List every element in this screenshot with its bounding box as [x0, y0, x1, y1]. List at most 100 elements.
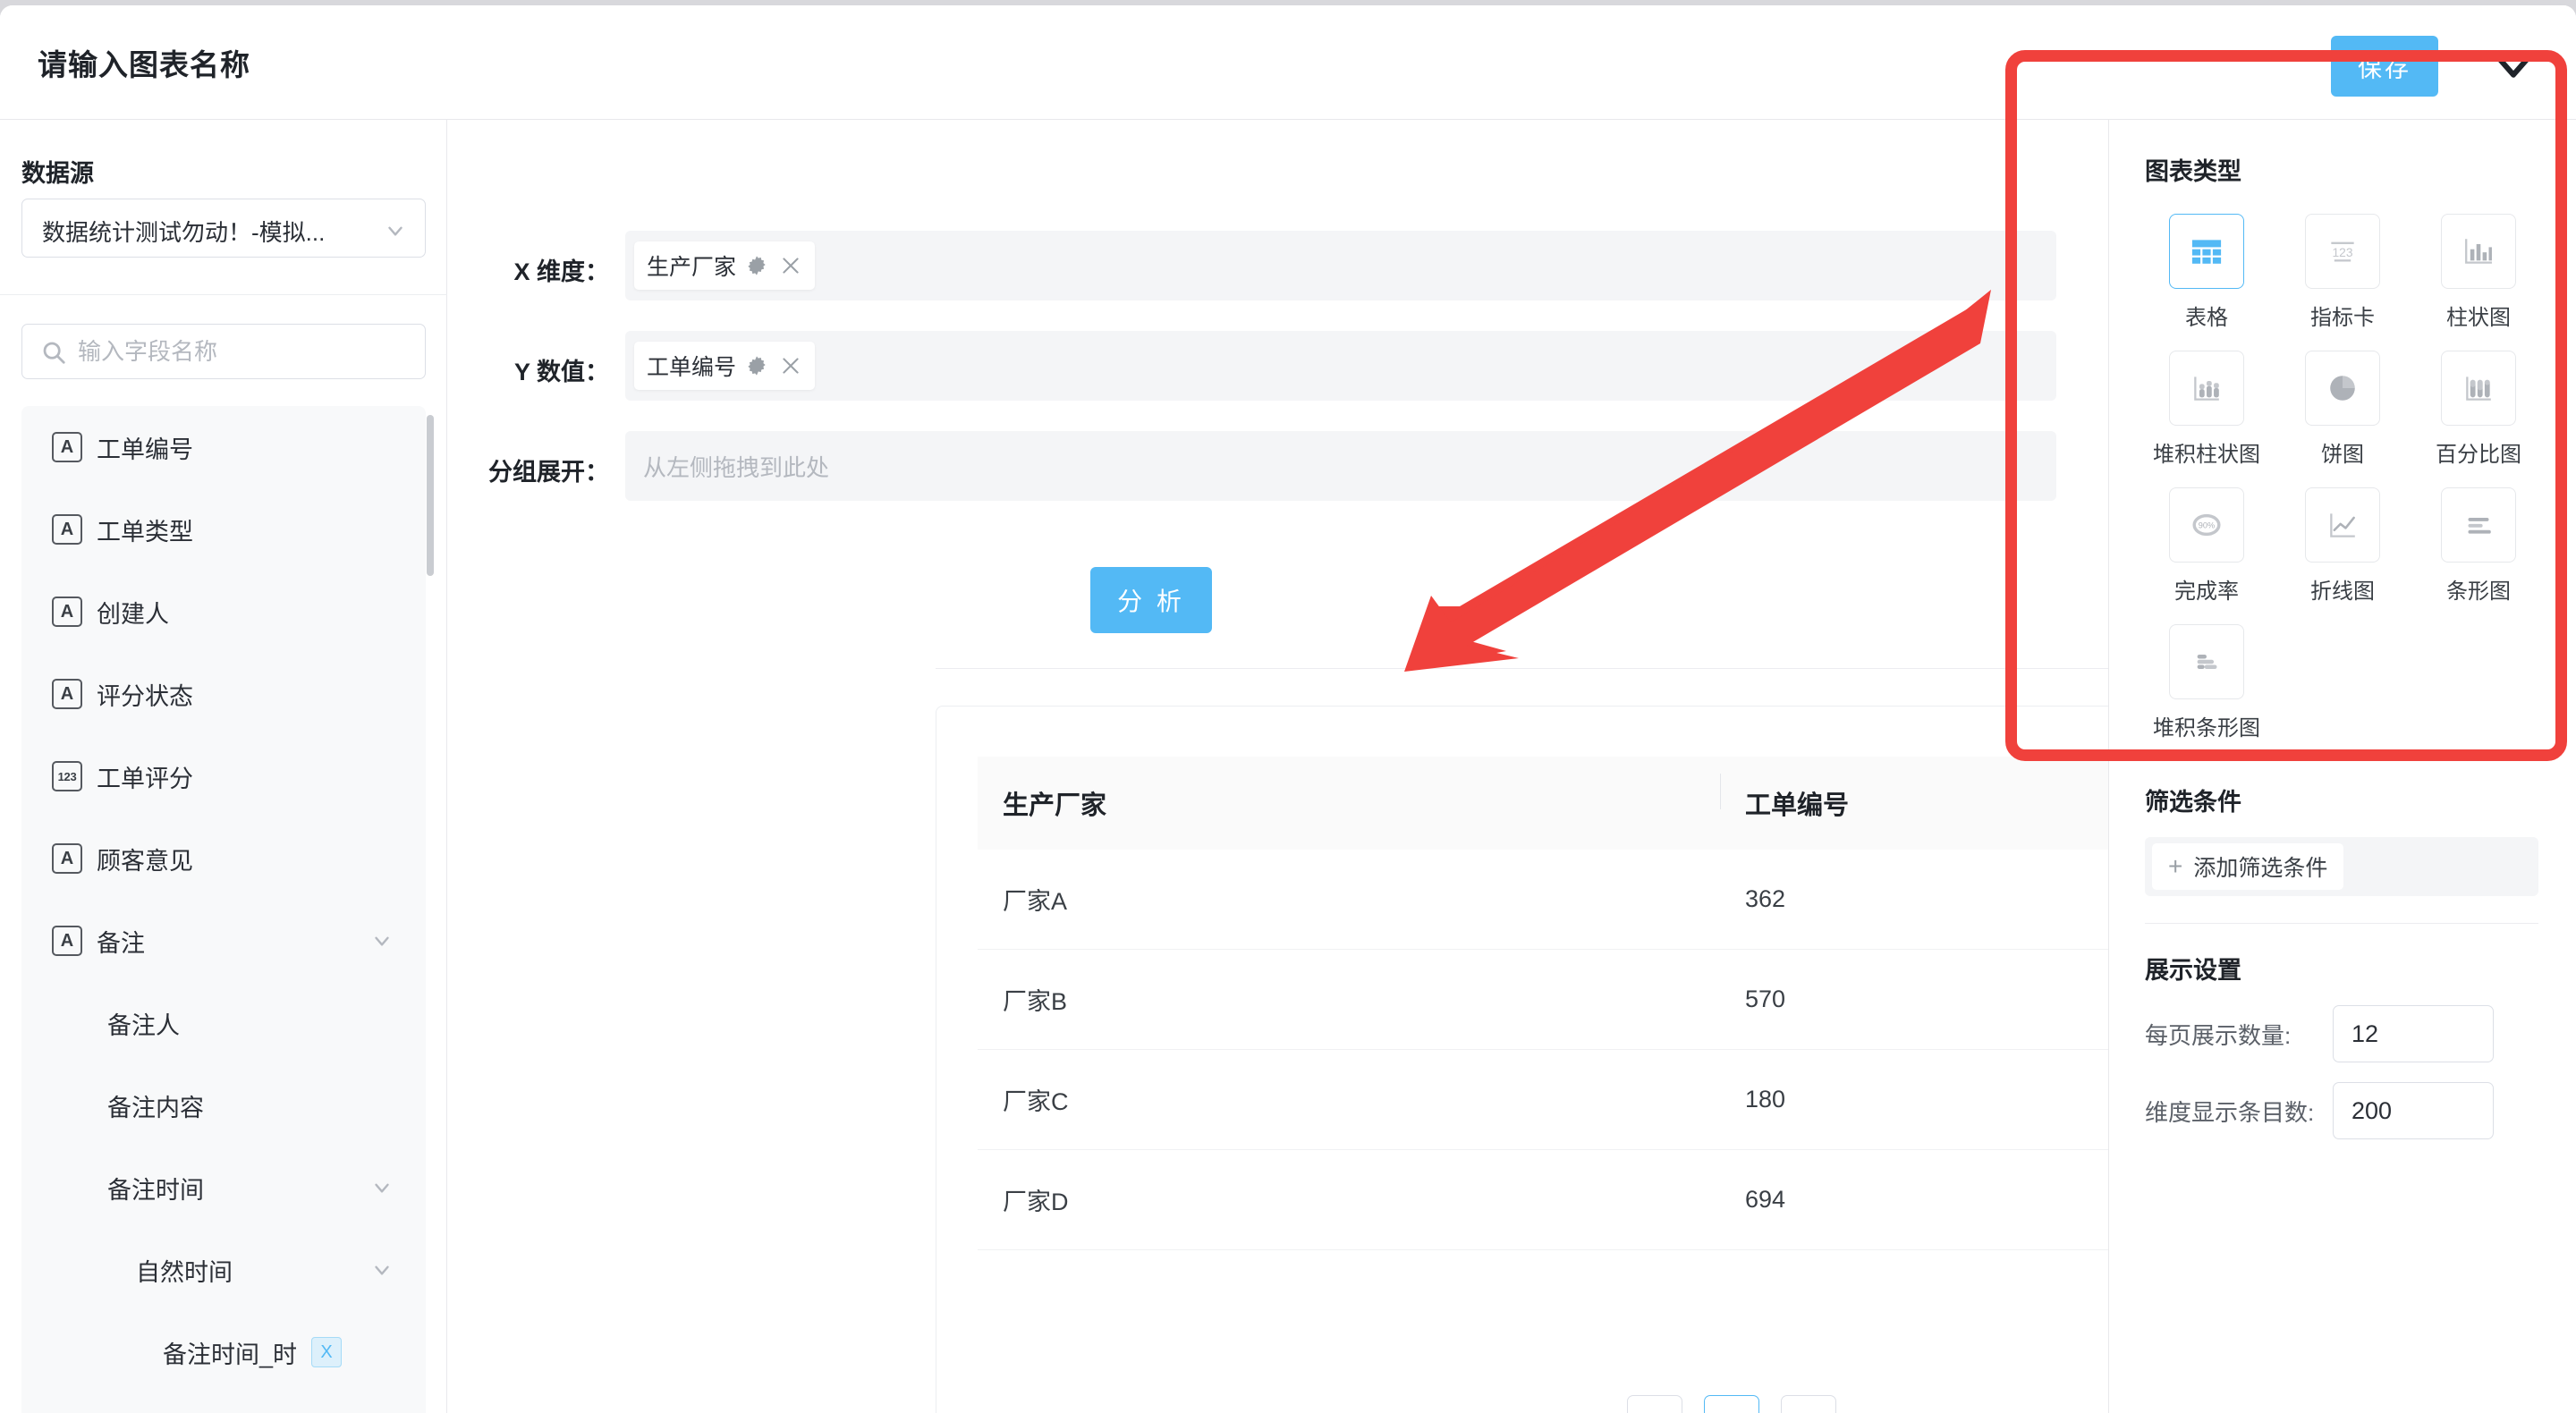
- y-value-tag[interactable]: 工单编号: [634, 342, 816, 390]
- stacked-column-icon: [2169, 351, 2244, 426]
- chevron-down-icon[interactable]: [370, 929, 394, 952]
- datasource-select[interactable]: 数据统计测试勿动！-模拟...: [21, 199, 426, 258]
- close-chevron-icon[interactable]: [2488, 39, 2538, 89]
- main-panel: X 维度： 生产厂家 Y 数值： 工单编号 分组展开： 从左侧拖拽到此处 分 析…: [448, 120, 2555, 1413]
- group-expand-row: 分组展开： 从左侧拖拽到此处: [448, 431, 2056, 501]
- field-item[interactable]: 备注时间: [21, 1146, 426, 1229]
- bar-chart-icon: [2441, 487, 2516, 563]
- chart-type-label: 指标卡: [2310, 306, 2375, 330]
- save-button[interactable]: 保存: [2331, 36, 2438, 97]
- field-item-label: 顾客意见: [97, 847, 193, 875]
- field-item[interactable]: A 工单类型: [21, 488, 426, 571]
- analyze-button[interactable]: 分 析: [1090, 567, 1212, 633]
- svg-text:123: 123: [2333, 246, 2353, 259]
- field-item-label: 工单类型: [97, 518, 193, 546]
- filter-dropzone[interactable]: + 添加筛选条件: [2145, 837, 2538, 896]
- field-item[interactable]: A 备注: [21, 900, 426, 982]
- sidebar-divider: [0, 294, 447, 295]
- svg-text:90%: 90%: [2199, 520, 2215, 529]
- chart-type-label: 条形图: [2446, 580, 2511, 604]
- chart-type-option[interactable]: 折线图: [2281, 487, 2404, 605]
- chart-type-option[interactable]: 条形图: [2417, 487, 2540, 605]
- gear-icon[interactable]: [745, 354, 768, 377]
- percent-chart-icon: [2441, 351, 2516, 426]
- pagination-next-button[interactable]: [1781, 1395, 1836, 1413]
- line-chart-icon: [2305, 487, 2380, 563]
- field-item-label: 评分状态: [97, 682, 193, 710]
- field-item-label: 备注人: [107, 1011, 180, 1039]
- field-item[interactable]: 自然时间: [21, 1229, 426, 1311]
- chart-type-label: 堆积柱状图: [2153, 443, 2260, 467]
- field-type-text-icon: A: [52, 926, 82, 956]
- chart-type-option[interactable]: 堆积柱状图: [2145, 351, 2268, 468]
- field-item[interactable]: 123 工单评分: [21, 735, 426, 817]
- group-expand-dropzone[interactable]: 从左侧拖拽到此处: [625, 431, 2056, 501]
- field-list-scrollbar[interactable]: [427, 415, 434, 576]
- field-remove-tag[interactable]: X: [311, 1337, 343, 1367]
- chart-type-option[interactable]: 柱状图: [2417, 214, 2540, 331]
- field-search-box[interactable]: [21, 324, 426, 379]
- remove-x-dimension-icon[interactable]: [779, 254, 802, 277]
- chevron-down-icon[interactable]: [370, 1258, 394, 1282]
- dimension-limit-row: 维度显示条目数:: [2145, 1082, 2540, 1139]
- add-filter-button[interactable]: + 添加筛选条件: [2152, 843, 2344, 890]
- field-item[interactable]: A 评分状态: [21, 653, 426, 735]
- x-dimension-dropzone[interactable]: 生产厂家: [625, 231, 2056, 300]
- x-dimension-label: X 维度：: [513, 258, 609, 285]
- chart-type-label: 折线图: [2310, 580, 2375, 604]
- pagination-page-1-button[interactable]: 1: [1704, 1395, 1759, 1413]
- field-item[interactable]: 备注人: [21, 982, 426, 1064]
- field-item-label: 创建人: [97, 600, 169, 628]
- chart-type-option[interactable]: 123 指标卡: [2281, 214, 2404, 331]
- display-settings-section: 展示设置 每页展示数量: 维度显示条目数:: [2145, 951, 2540, 1139]
- datasource-select-value: 数据统计测试勿动！-模拟...: [42, 219, 326, 246]
- y-value-dropzone[interactable]: 工单编号: [625, 331, 2056, 401]
- y-value-tag-label: 工单编号: [647, 355, 737, 380]
- chart-type-option[interactable]: 百分比图: [2417, 351, 2540, 468]
- table-column-header: 生产厂家: [1003, 791, 1107, 820]
- search-input[interactable]: [78, 325, 409, 378]
- page-size-input[interactable]: [2333, 1005, 2494, 1062]
- chart-type-option[interactable]: 表格: [2145, 214, 2268, 331]
- chevron-down-icon: [384, 219, 407, 242]
- chart-type-title: 图表类型: [2145, 158, 2241, 185]
- chevron-down-icon[interactable]: [370, 1176, 394, 1199]
- settings-divider: [2145, 923, 2538, 924]
- field-item[interactable]: 备注内容: [21, 1064, 426, 1146]
- chart-type-option[interactable]: 90% 完成率: [2145, 487, 2268, 605]
- dialog-header: 请输入图表名称 保存: [0, 5, 2576, 120]
- x-dimension-tag[interactable]: 生产厂家: [634, 241, 816, 290]
- remove-y-value-icon[interactable]: [779, 354, 802, 377]
- chart-type-option[interactable]: 堆积条形图: [2145, 624, 2268, 741]
- field-type-text-icon: A: [52, 514, 82, 545]
- metric-card-icon: 123: [2305, 214, 2380, 289]
- add-filter-label: 添加筛选条件: [2193, 856, 2328, 881]
- gauge-icon: 90%: [2169, 487, 2244, 563]
- pagination-prev-button[interactable]: [1627, 1395, 1682, 1413]
- table-cell: 厂家A: [1003, 888, 1068, 915]
- group-expand-label: 分组展开：: [488, 459, 609, 486]
- dimension-limit-input[interactable]: [2333, 1082, 2494, 1139]
- chart-type-option[interactable]: 饼图: [2281, 351, 2404, 468]
- field-item[interactable]: 备注时间_时 X: [21, 1311, 426, 1393]
- field-type-text-icon: A: [52, 597, 82, 627]
- field-type-text-icon: A: [52, 843, 82, 874]
- field-item[interactable]: A 创建人: [21, 571, 426, 653]
- chart-editor-dialog: 请输入图表名称 保存 数据源 数据统计测试勿动！-模拟... 输入字段名称 A …: [0, 5, 2576, 1413]
- search-icon: [40, 339, 67, 366]
- page-title: 请输入图表名称: [38, 48, 250, 81]
- table-cell: 厂家D: [1003, 1189, 1069, 1215]
- field-item[interactable]: A 工单编号: [21, 406, 426, 488]
- dimension-limit-label: 维度显示条目数:: [2145, 1098, 2315, 1126]
- gear-icon[interactable]: [745, 254, 768, 277]
- field-type-text-icon: A: [52, 432, 82, 462]
- display-settings-title: 展示设置: [2145, 957, 2241, 984]
- field-list: A 工单编号 A 工单类型 A 创建人 A 评分状态 123 工单评分 A 顾客意见 A 备注 备注人 备注内…: [21, 406, 426, 1413]
- page-size-label: 每页展示数量:: [2145, 1021, 2292, 1049]
- field-item[interactable]: A 顾客意见: [21, 817, 426, 900]
- settings-panel: 图表类型 表格 123 指标卡 柱状图堆积柱状图 饼图 百分比图 90% 完成率 折线图 条形图堆…: [2108, 120, 2576, 1413]
- y-value-label: Y 数值：: [513, 359, 609, 385]
- chart-type-label: 堆积条形图: [2153, 716, 2260, 740]
- column-chart-icon: [2441, 214, 2516, 289]
- field-item-label: 工单编号: [97, 436, 193, 463]
